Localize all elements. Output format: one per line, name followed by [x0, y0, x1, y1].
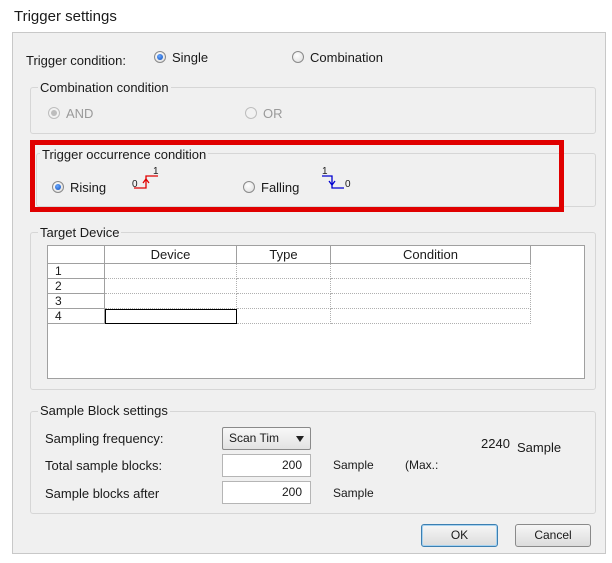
table-cell-device-active[interactable] — [105, 309, 237, 324]
table-cell-device[interactable] — [105, 264, 237, 279]
max-unit: Sample — [517, 440, 562, 455]
table-cell-condition[interactable] — [331, 309, 531, 324]
sampling-frequency-value: Scan Tim — [229, 431, 280, 445]
sample-blocks-after-unit: Sample — [333, 486, 374, 500]
target-device-title: Target Device — [38, 225, 122, 240]
table-cell-condition[interactable] — [331, 294, 531, 309]
sample-block-title: Sample Block settings — [38, 403, 170, 418]
highlight-box — [30, 140, 564, 212]
combination-condition-title: Combination condition — [38, 80, 171, 95]
sample-blocks-after-label: Sample blocks after — [45, 486, 160, 501]
table-row-number[interactable]: 1 — [48, 264, 105, 279]
table-cell-type[interactable] — [237, 294, 331, 309]
table-cell-condition[interactable] — [331, 279, 531, 294]
table-header-condition[interactable]: Condition — [331, 246, 531, 264]
total-blocks-label: Total sample blocks: — [45, 458, 163, 473]
sampling-frequency-label: Sampling frequency: — [45, 431, 164, 446]
ok-button[interactable]: OK — [421, 524, 498, 547]
radio-combination-label: Combination — [310, 50, 383, 65]
total-blocks-unit: Sample — [333, 458, 374, 472]
title-bar: Trigger settings — [0, 0, 612, 32]
window-title: Trigger settings — [14, 8, 117, 25]
max-value: 2240 — [481, 436, 510, 451]
table-cell-type[interactable] — [237, 309, 331, 324]
table-row-number[interactable]: 4 — [48, 309, 105, 324]
sample-blocks-after-input[interactable]: 200 — [222, 481, 311, 504]
table-row-number[interactable]: 2 — [48, 279, 105, 294]
table-cell-device[interactable] — [105, 294, 237, 309]
radio-and-label: AND — [66, 106, 94, 121]
radio-or[interactable] — [245, 107, 257, 119]
max-label: (Max.: — [405, 458, 439, 472]
sampling-frequency-select[interactable]: Scan Tim — [222, 427, 311, 450]
total-blocks-input[interactable]: 200 — [222, 454, 311, 477]
table-cell-type[interactable] — [237, 264, 331, 279]
cancel-button[interactable]: Cancel — [515, 524, 591, 547]
table-header-device[interactable]: Device — [105, 246, 237, 264]
table-cell-device[interactable] — [105, 279, 237, 294]
table-header-type[interactable]: Type — [237, 246, 331, 264]
table-row-number[interactable]: 3 — [48, 294, 105, 309]
chevron-down-icon — [296, 436, 304, 442]
radio-combination[interactable] — [292, 51, 304, 63]
radio-and[interactable] — [48, 107, 60, 119]
table-cell-type[interactable] — [237, 279, 331, 294]
radio-single[interactable] — [154, 51, 166, 63]
trigger-condition-label: Trigger condition: — [26, 53, 126, 68]
target-device-table: Device Type Condition 1 2 3 4 — [47, 245, 585, 379]
table-header-corner — [48, 246, 105, 264]
radio-single-label: Single — [172, 50, 209, 65]
table-cell-condition[interactable] — [331, 264, 531, 279]
radio-or-label: OR — [263, 106, 283, 121]
